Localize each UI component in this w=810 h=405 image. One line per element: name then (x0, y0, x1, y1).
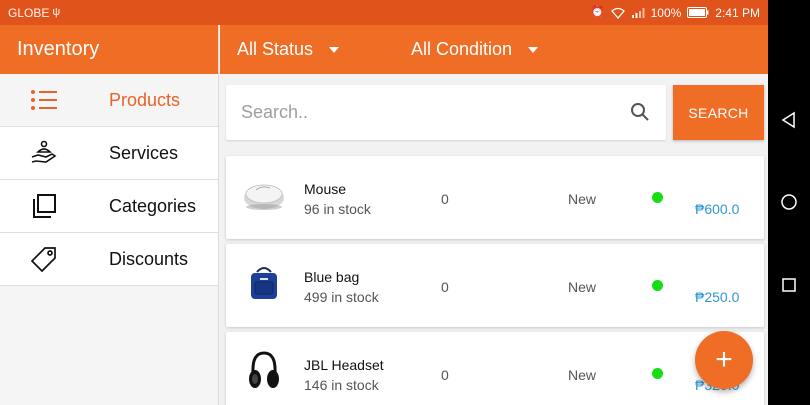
bag-image (242, 262, 286, 306)
product-condition: New (568, 191, 597, 207)
product-stock: 499 in stock (304, 289, 379, 305)
status-filter-value: All Status (237, 39, 314, 59)
product-stock: 96 in stock (304, 201, 371, 217)
carrier-label: GLOBE (8, 5, 50, 20)
status-dot (652, 192, 663, 203)
sidebar-item-label: Categories (109, 195, 197, 216)
product-card[interactable]: Blue bag 499 in stock 0 New ₱250.0 (226, 244, 764, 327)
search-input[interactable]: Search.. (226, 85, 666, 140)
search-row: Search.. SEARCH (226, 85, 764, 140)
app-screen: Inventory Products Services Categories D… (0, 25, 768, 405)
sidebar-item-products[interactable]: Products (0, 74, 218, 127)
search-icon[interactable] (630, 102, 650, 127)
chevron-down-icon (329, 46, 340, 53)
sidebar-item-label: Discounts (109, 248, 189, 269)
sidebar-title: Inventory (0, 25, 218, 74)
search-placeholder: Search.. (241, 102, 309, 122)
product-name: Blue bag (304, 269, 360, 285)
sidebar-item-label: Services (109, 142, 179, 163)
status-filter-dropdown[interactable]: All Status (237, 39, 340, 60)
product-stock: 146 in stock (304, 377, 379, 393)
status-dot (652, 280, 663, 291)
search-button[interactable]: SEARCH (673, 85, 764, 140)
sidebar-item-label: Products (109, 89, 181, 110)
product-qty: 0 (441, 191, 449, 207)
alarm-icon: ⏰ (590, 6, 605, 18)
battery-icon (687, 7, 709, 18)
product-condition: New (568, 367, 597, 383)
status-bar: GLOBE ψ ⏰ 100% 2:41 PM (0, 0, 768, 25)
sidebar-item-categories[interactable]: Categories (0, 180, 218, 233)
product-card[interactable]: JBL Headset 146 in stock 0 New ₱320.0 (226, 332, 764, 405)
tag-icon (30, 245, 58, 273)
product-qty: 0 (441, 367, 449, 383)
sidebar-item-discounts[interactable]: Discounts (0, 233, 218, 286)
condition-filter-value: All Condition (411, 39, 513, 59)
product-condition: New (568, 279, 597, 295)
system-nav-bar (768, 0, 810, 405)
signal-icon (631, 7, 645, 18)
condition-filter-dropdown[interactable]: All Condition (411, 39, 539, 60)
main-content: All Status All Condition Search.. SEARCH (220, 25, 768, 405)
battery-percent: 100% (650, 5, 682, 20)
recents-icon[interactable] (779, 275, 799, 295)
chevron-down-icon (528, 46, 539, 53)
home-icon[interactable] (779, 192, 799, 212)
copy-icon (30, 192, 58, 220)
clock: 2:41 PM (715, 5, 760, 20)
sidebar: Inventory Products Services Categories D… (0, 25, 219, 405)
product-name: JBL Headset (304, 357, 384, 373)
product-name: Mouse (304, 181, 347, 197)
hand-service-icon (30, 139, 58, 167)
add-product-button[interactable]: + (695, 331, 753, 389)
mouse-image (242, 174, 286, 218)
filter-toolbar: All Status All Condition (220, 25, 768, 74)
product-price: ₱600.0 (695, 201, 740, 217)
back-icon[interactable] (779, 110, 799, 130)
headset-image (242, 350, 286, 394)
product-qty: 0 (441, 279, 449, 295)
product-card[interactable]: Mouse 96 in stock 0 New ₱600.0 (226, 156, 764, 239)
usb-icon: ψ (52, 6, 61, 18)
product-price: ₱250.0 (695, 289, 740, 305)
wifi-icon (610, 7, 625, 19)
sidebar-item-services[interactable]: Services (0, 127, 218, 180)
status-dot (652, 368, 663, 379)
list-icon (30, 86, 58, 114)
